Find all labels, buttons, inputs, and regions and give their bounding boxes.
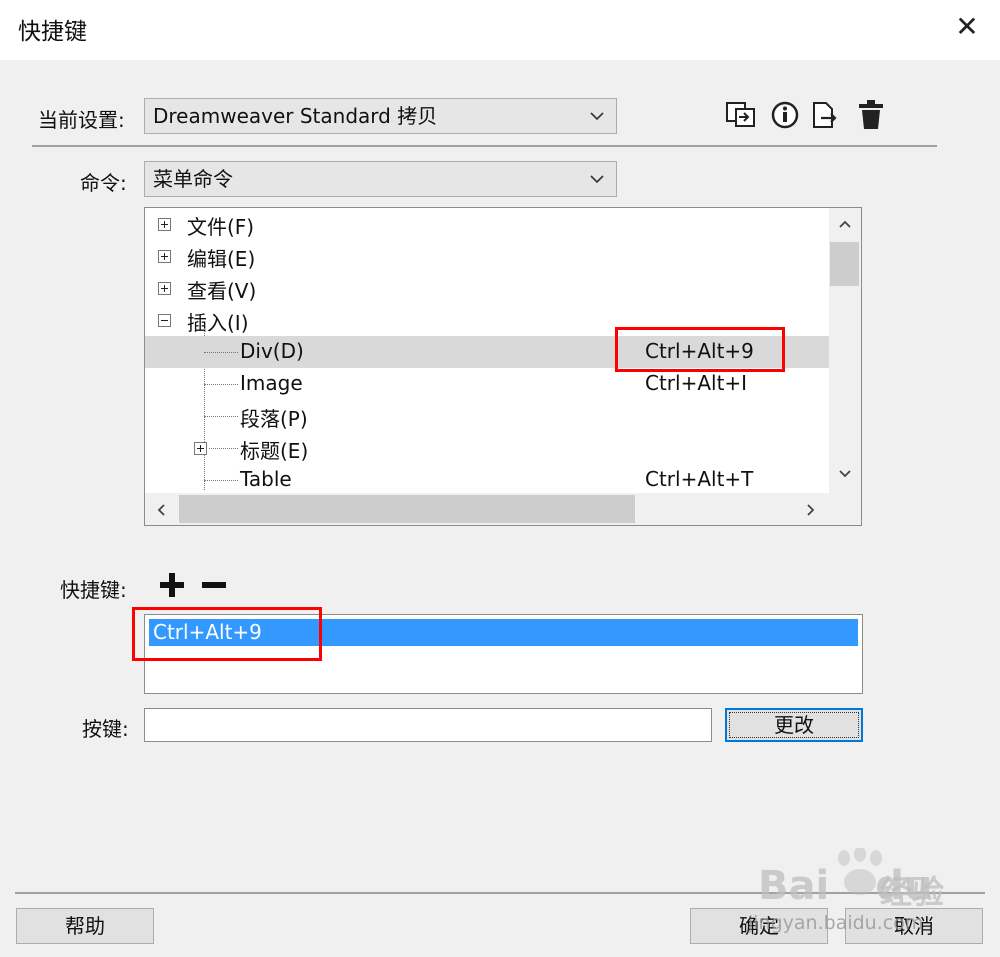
- separator: [32, 145, 937, 147]
- watermark-url: jingyan.baidu.com: [748, 912, 924, 934]
- plus-icon[interactable]: [158, 570, 186, 600]
- expand-icon[interactable]: [158, 250, 171, 263]
- preset-value: Dreamweaver Standard 拷贝: [153, 104, 438, 128]
- preset-label: 当前设置:: [38, 108, 125, 132]
- chevron-down-icon: [590, 175, 604, 184]
- info-icon[interactable]: [770, 98, 800, 132]
- tree-item[interactable]: 标题(E): [145, 432, 829, 464]
- tree-connector: [204, 352, 238, 353]
- scroll-left-icon[interactable]: [155, 502, 167, 518]
- keypress-input[interactable]: [144, 708, 712, 742]
- watermark-brand-text: Bai: [758, 863, 830, 909]
- window-title: 快捷键: [18, 19, 87, 45]
- horizontal-scrollbar[interactable]: [145, 493, 829, 525]
- change-button[interactable]: 更改: [725, 708, 863, 742]
- tree-item[interactable]: 查看(V): [145, 272, 829, 304]
- tree-item-label: 文件(F): [187, 215, 255, 239]
- close-icon[interactable]: ✕: [950, 8, 984, 46]
- preset-select[interactable]: Dreamweaver Standard 拷贝: [144, 98, 617, 134]
- tree-item-label: 编辑(E): [187, 247, 256, 271]
- scrollbar-corner: [829, 493, 861, 525]
- commands-select[interactable]: 菜单命令: [144, 161, 617, 197]
- tree-item[interactable]: Image Ctrl+Alt+I: [145, 368, 829, 400]
- shortcuts-label: 快捷键:: [60, 578, 127, 602]
- tree-item[interactable]: 文件(F): [145, 208, 829, 240]
- tree-item-label: 标题(E): [240, 439, 309, 463]
- tree-item-shortcut: Ctrl+Alt+I: [645, 371, 748, 395]
- expand-icon[interactable]: [194, 442, 207, 455]
- scroll-thumb[interactable]: [830, 242, 859, 286]
- commands-label: 命令:: [80, 171, 127, 195]
- tree-item-shortcut: Ctrl+Alt+T: [645, 467, 754, 491]
- highlight-box: [615, 327, 785, 372]
- minus-icon[interactable]: [200, 570, 228, 600]
- watermark-cn: 经验: [880, 873, 945, 911]
- tree-connector: [204, 384, 238, 385]
- keypress-label: 按键:: [82, 717, 129, 741]
- tree-item[interactable]: 段落(P): [145, 400, 829, 432]
- help-button[interactable]: 帮助: [16, 908, 154, 944]
- tree-item[interactable]: Table Ctrl+Alt+T: [145, 464, 829, 496]
- expand-icon[interactable]: [158, 282, 171, 295]
- scroll-down-icon[interactable]: [837, 468, 853, 480]
- scroll-right-icon[interactable]: [805, 502, 817, 518]
- vertical-scrollbar[interactable]: [829, 208, 861, 493]
- tree-item-label: 查看(V): [187, 279, 257, 303]
- chevron-down-icon: [590, 112, 604, 121]
- scroll-up-icon[interactable]: [837, 218, 853, 230]
- duplicate-set-icon[interactable]: [726, 98, 756, 132]
- tree-connector: [204, 480, 238, 481]
- scroll-thumb[interactable]: [179, 495, 635, 523]
- tree-item[interactable]: 编辑(E): [145, 240, 829, 272]
- tree-item-label: 插入(I): [187, 311, 249, 335]
- expand-icon[interactable]: [158, 218, 171, 231]
- title-bar: [0, 0, 1000, 60]
- highlight-box: [132, 607, 322, 661]
- tree-connector: [209, 448, 238, 449]
- tree-item-label: Table: [240, 467, 292, 491]
- collapse-icon[interactable]: [158, 314, 171, 327]
- export-icon[interactable]: [810, 98, 840, 132]
- tree-item-label: 段落(P): [240, 407, 308, 431]
- delete-icon[interactable]: [856, 98, 886, 132]
- tree-item-label: Image: [240, 371, 303, 395]
- tree-item-label: Div(D): [240, 339, 304, 363]
- commands-value: 菜单命令: [153, 167, 233, 191]
- tree-connector: [204, 416, 238, 417]
